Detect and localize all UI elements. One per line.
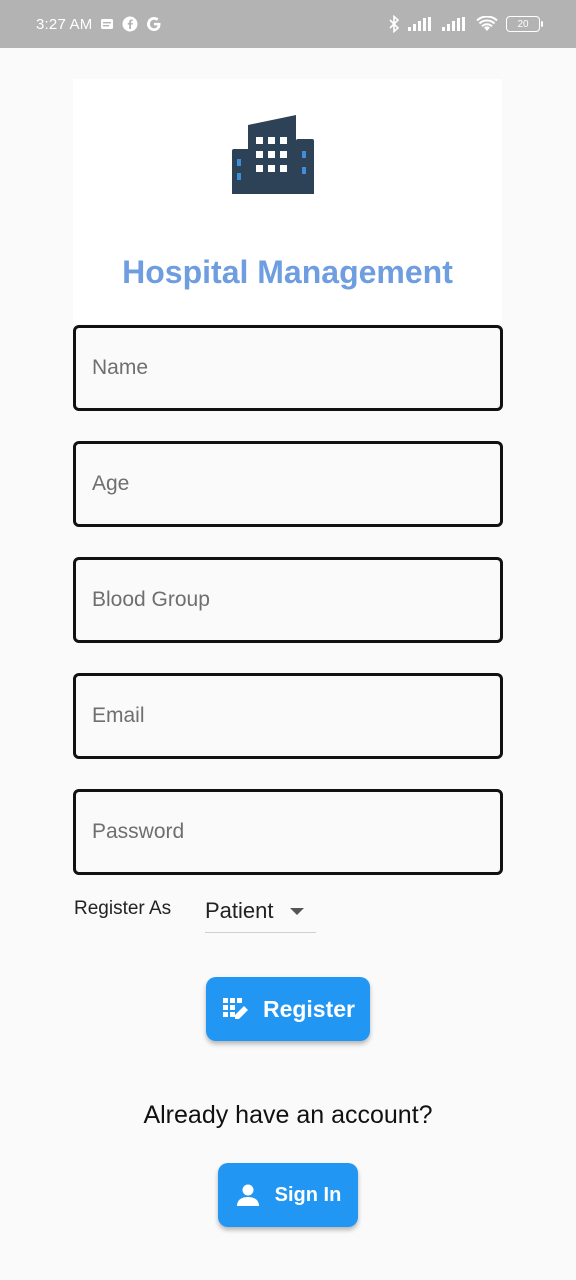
name-field[interactable] [73, 325, 503, 411]
email-field[interactable] [73, 673, 503, 759]
battery-icon: 20 [506, 16, 543, 32]
email-input[interactable] [76, 676, 500, 756]
age-input[interactable] [76, 444, 500, 524]
sign-in-button[interactable]: Sign In [218, 1163, 358, 1227]
signal-icon [408, 17, 434, 31]
bluetooth-icon [388, 15, 400, 33]
status-right: 20 [388, 15, 543, 33]
hospital-building-icon [232, 115, 314, 194]
wifi-icon [476, 16, 498, 32]
password-input[interactable] [76, 792, 500, 872]
header-card: Hospital Management [73, 79, 502, 324]
register-button[interactable]: Register [206, 977, 370, 1041]
sign-in-button-label: Sign In [274, 1183, 342, 1206]
already-account-text: Already have an account? [143, 1101, 433, 1129]
register-as-label: Register As [74, 898, 172, 919]
blood-group-input[interactable] [76, 560, 500, 640]
signal-icon [442, 17, 468, 31]
register-as-value: Patient [205, 898, 274, 923]
register-button-label: Register [262, 995, 356, 1022]
blood-group-field[interactable] [73, 557, 503, 643]
person-icon [236, 1184, 259, 1206]
status-time: 3:27 AM [36, 15, 93, 33]
name-input[interactable] [76, 328, 500, 408]
notes-icon [100, 17, 114, 31]
chevron-down-icon [290, 907, 304, 915]
facebook-icon [122, 16, 138, 32]
register-as-dropdown[interactable]: Patient [205, 890, 316, 933]
app-title: Hospital Management [122, 254, 453, 290]
password-field[interactable] [73, 789, 503, 875]
battery-level: 20 [517, 18, 529, 30]
age-field[interactable] [73, 441, 503, 527]
google-icon [146, 16, 162, 32]
status-bar: 3:27 AM 20 [0, 0, 576, 48]
register-icon [222, 998, 248, 1019]
status-left: 3:27 AM [36, 16, 162, 33]
